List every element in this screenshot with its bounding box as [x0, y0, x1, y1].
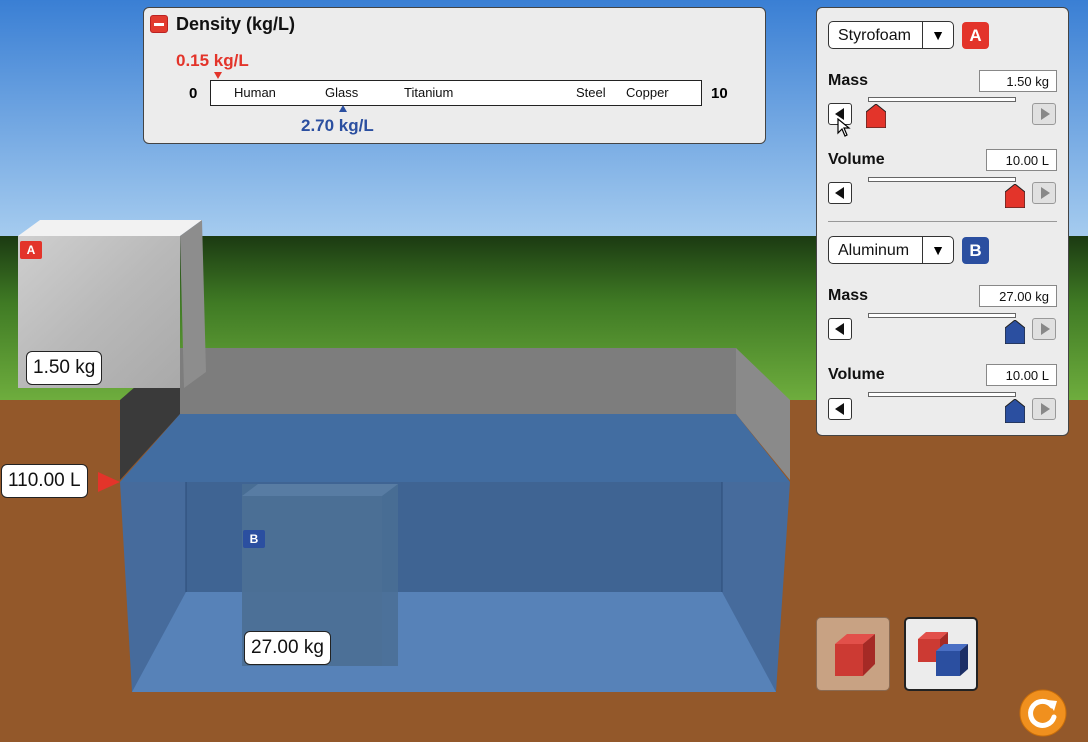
volume-a-increase-button[interactable] [1032, 182, 1056, 204]
panel-divider [828, 221, 1057, 222]
mass-a-slider-thumb[interactable] [866, 104, 886, 128]
volume-a-label: Volume [828, 151, 885, 168]
material-select-a[interactable]: Styrofoam ▼ [828, 21, 954, 49]
density-readout-a: 0.15 kg/L [176, 51, 249, 70]
mass-b-label: Mass [828, 287, 869, 304]
chevron-down-icon[interactable]: ▼ [922, 237, 953, 263]
volume-a-slider-thumb[interactable] [1005, 184, 1025, 208]
material-select-a-value: Styrofoam [838, 27, 911, 44]
mass-b-value[interactable]: 27.00 kg [979, 285, 1057, 307]
triangle-right-icon [1041, 187, 1050, 199]
one-block-button[interactable] [816, 617, 890, 691]
material-select-b-value: Aluminum [838, 242, 910, 259]
volume-b-decrease-button[interactable] [828, 398, 852, 420]
volume-b-slider-thumb[interactable] [1005, 399, 1025, 423]
block-a-mass-label: 1.50 kg [26, 351, 103, 385]
block-a-badge: A [20, 241, 42, 259]
scale-max: 10 [711, 85, 728, 102]
two-blocks-button[interactable] [904, 617, 978, 691]
density-scale: Human Glass Titanium Steel Copper [210, 80, 702, 106]
mouse-cursor-icon [837, 118, 851, 137]
density-readout-b: 2.70 kg/L [301, 116, 374, 135]
block-b-badge: B [243, 530, 265, 548]
density-panel: Density (kg/L) 0.15 kg/L 0 Human Glass T… [143, 7, 766, 144]
reset-icon[interactable] [1019, 689, 1067, 737]
scale-label-copper: Copper [626, 85, 669, 100]
scale-label-titanium: Titanium [404, 85, 454, 100]
volume-a-slider-track[interactable] [868, 177, 1016, 182]
mass-a-value[interactable]: 1.50 kg [979, 70, 1057, 92]
water-level-label: 110.00 L [1, 464, 88, 498]
water-surface [120, 414, 790, 482]
mass-b-slider-track[interactable] [868, 313, 1016, 318]
mass-b-decrease-button[interactable] [828, 318, 852, 340]
scale-min: 0 [189, 85, 198, 102]
block-b-mass-label: 27.00 kg [244, 631, 331, 665]
collapse-icon[interactable] [150, 15, 168, 33]
material-select-b[interactable]: Aluminum ▼ [828, 236, 954, 264]
triangle-right-icon [1041, 108, 1050, 120]
chevron-down-icon[interactable]: ▼ [922, 22, 953, 48]
density-marker-b-icon [339, 105, 347, 112]
water-level-arrow-icon [98, 472, 120, 492]
block-b-panel-badge: B [962, 237, 989, 264]
scale-label-human: Human [234, 85, 276, 100]
volume-a-decrease-button[interactable] [828, 182, 852, 204]
triangle-left-icon [835, 187, 844, 199]
mass-b-slider-thumb[interactable] [1005, 320, 1025, 344]
volume-a-value[interactable]: 10.00 L [986, 149, 1057, 171]
triangle-right-icon [1041, 403, 1050, 415]
volume-b-slider-track[interactable] [868, 392, 1016, 397]
control-panel: Styrofoam ▼ A Mass 1.50 kg Volume 10.00 … [816, 7, 1069, 436]
red-blue-cubes-icon [918, 632, 968, 676]
red-cube-icon [835, 634, 875, 676]
mass-a-label: Mass [828, 72, 869, 89]
block-a-panel-badge: A [962, 22, 989, 49]
density-title: Density (kg/L) [176, 14, 296, 34]
pool-back-wall [180, 348, 736, 414]
mass-a-increase-button[interactable] [1032, 103, 1056, 125]
triangle-left-icon [835, 323, 844, 335]
volume-b-increase-button[interactable] [1032, 398, 1056, 420]
scale-label-glass: Glass [325, 85, 359, 100]
mass-a-slider-track[interactable] [868, 97, 1016, 102]
density-marker-a-icon [214, 72, 222, 79]
volume-b-value[interactable]: 10.00 L [986, 364, 1057, 386]
mass-b-increase-button[interactable] [1032, 318, 1056, 340]
triangle-left-icon [835, 403, 844, 415]
volume-b-label: Volume [828, 366, 885, 383]
scale-label-steel: Steel [576, 85, 606, 100]
triangle-right-icon [1041, 323, 1050, 335]
